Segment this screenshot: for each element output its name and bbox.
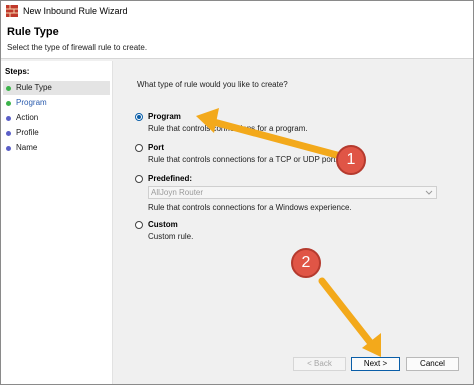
- step-label: Name: [16, 143, 38, 152]
- port-option-title[interactable]: Port: [148, 143, 164, 152]
- next-button[interactable]: Next >: [351, 357, 400, 371]
- back-button[interactable]: < Back: [293, 357, 346, 371]
- title-bar: New Inbound Rule Wizard: [1, 1, 473, 21]
- annotation-badge-2: 2: [291, 248, 321, 278]
- predefined-radio[interactable]: [135, 175, 143, 183]
- rule-type-question: What type of rule would you like to crea…: [137, 80, 288, 89]
- step-label: Rule Type: [16, 83, 52, 92]
- custom-radio[interactable]: [135, 221, 143, 229]
- step-status-dot: [6, 86, 11, 91]
- step-profile[interactable]: Profile: [3, 126, 110, 140]
- window-title: New Inbound Rule Wizard: [23, 6, 128, 16]
- custom-option-title[interactable]: Custom: [148, 220, 178, 229]
- step-label: Profile: [16, 128, 39, 137]
- step-status-dot: [6, 146, 11, 151]
- program-option-description: Rule that controls connections for a pro…: [148, 124, 308, 133]
- step-label: Action: [16, 113, 39, 122]
- program-radio[interactable]: [135, 113, 143, 121]
- predefined-select[interactable]: AllJoyn Router: [148, 186, 437, 199]
- annotation-badge-1: 1: [336, 145, 366, 175]
- step-rule-type[interactable]: Rule Type: [3, 81, 110, 95]
- port-radio[interactable]: [135, 144, 143, 152]
- program-option-title[interactable]: Program: [148, 112, 181, 121]
- step-label: Program: [16, 98, 47, 107]
- port-option-description: Rule that controls connections for a TCP…: [148, 155, 338, 164]
- custom-option-description: Custom rule.: [148, 232, 194, 241]
- firewall-icon: [6, 5, 18, 17]
- predefined-option-title[interactable]: Predefined:: [148, 174, 192, 183]
- page-title: Rule Type: [7, 26, 59, 38]
- step-action[interactable]: Action: [3, 111, 110, 125]
- wizard-window: New Inbound Rule Wizard Rule Type Select…: [0, 0, 474, 385]
- steps-label: Steps:: [5, 67, 30, 76]
- chevron-down-icon: [425, 190, 433, 195]
- step-status-dot: [6, 101, 11, 106]
- step-status-dot: [6, 131, 11, 136]
- predefined-select-value: AllJoyn Router: [151, 188, 204, 197]
- step-name[interactable]: Name: [3, 141, 110, 155]
- step-program[interactable]: Program: [3, 96, 110, 110]
- rule-type-content: What type of rule would you like to crea…: [117, 61, 473, 353]
- predefined-option-description: Rule that controls connections for a Win…: [148, 203, 352, 212]
- step-status-dot: [6, 116, 11, 121]
- steps-panel: Steps: Rule Type Program Action Profile …: [1, 61, 113, 384]
- cancel-button[interactable]: Cancel: [406, 357, 459, 371]
- wizard-header: Rule Type Select the type of firewall ru…: [1, 21, 473, 59]
- page-subtitle: Select the type of firewall rule to crea…: [7, 43, 148, 52]
